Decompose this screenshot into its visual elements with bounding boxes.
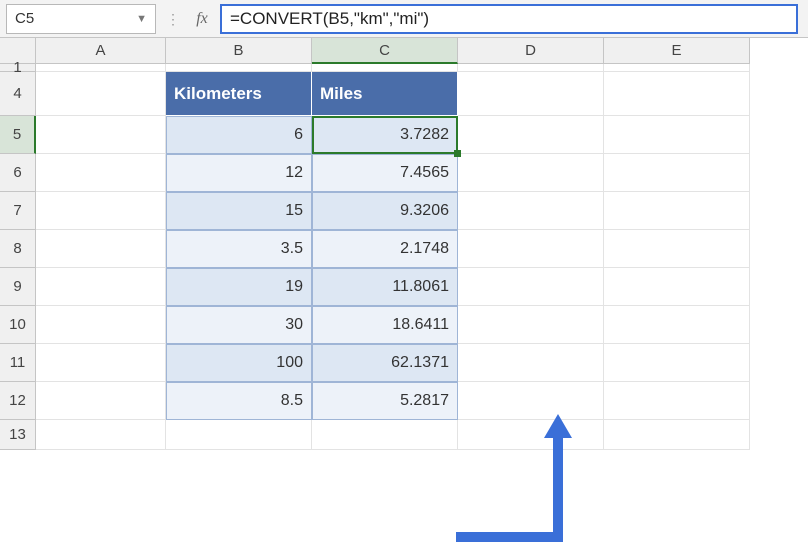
cell-c6[interactable]: 7.4565 (312, 154, 458, 192)
cell[interactable] (604, 64, 750, 72)
cell[interactable] (604, 382, 750, 420)
cell[interactable] (604, 154, 750, 192)
fill-handle[interactable] (454, 150, 461, 157)
cell[interactable] (604, 192, 750, 230)
cell[interactable] (604, 268, 750, 306)
cell[interactable] (36, 382, 166, 420)
cell-b8[interactable]: 3.5 (166, 230, 312, 268)
cell-b5[interactable]: 6 (166, 116, 312, 154)
cell[interactable] (604, 116, 750, 154)
row-head-6[interactable]: 6 (0, 154, 36, 192)
cell-c8[interactable]: 2.1748 (312, 230, 458, 268)
cell-b12[interactable]: 8.5 (166, 382, 312, 420)
cell[interactable] (458, 192, 604, 230)
cell-b6[interactable]: 12 (166, 154, 312, 192)
cell-c10[interactable]: 18.6411 (312, 306, 458, 344)
spreadsheet-grid[interactable]: A B C D E 1 4 Kilometers Miles 5 6 3.728… (0, 38, 808, 450)
cell[interactable] (312, 420, 458, 450)
cell[interactable] (36, 230, 166, 268)
table-header-km[interactable]: Kilometers (166, 72, 312, 116)
cell[interactable] (36, 192, 166, 230)
cell-c7[interactable]: 9.3206 (312, 192, 458, 230)
cell[interactable] (458, 154, 604, 192)
chevron-down-icon[interactable]: ▼ (136, 13, 147, 25)
cell[interactable] (458, 72, 604, 116)
cell-b11[interactable]: 100 (166, 344, 312, 382)
cell[interactable] (458, 420, 604, 450)
cell[interactable] (166, 64, 312, 72)
cell-c12[interactable]: 5.2817 (312, 382, 458, 420)
cell-c9[interactable]: 11.8061 (312, 268, 458, 306)
cell[interactable] (36, 306, 166, 344)
formula-text: =CONVERT(B5,"km","mi") (230, 9, 429, 29)
cell[interactable] (458, 268, 604, 306)
cell[interactable] (458, 230, 604, 268)
col-head-e[interactable]: E (604, 38, 750, 64)
cell-b9[interactable]: 19 (166, 268, 312, 306)
formula-input[interactable]: =CONVERT(B5,"km","mi") (220, 4, 798, 34)
cell[interactable] (166, 420, 312, 450)
table-header-mi[interactable]: Miles (312, 72, 458, 116)
name-box[interactable]: C5 ▼ (6, 4, 156, 34)
cell-c11[interactable]: 62.1371 (312, 344, 458, 382)
row-head-5[interactable]: 5 (0, 116, 36, 154)
cell[interactable] (36, 72, 166, 116)
cell[interactable] (604, 230, 750, 268)
row-head-9[interactable]: 9 (0, 268, 36, 306)
cell[interactable] (36, 116, 166, 154)
name-box-value: C5 (15, 10, 34, 27)
cell[interactable] (604, 344, 750, 382)
row-head-7[interactable]: 7 (0, 192, 36, 230)
col-head-a[interactable]: A (36, 38, 166, 64)
formula-bar-separator: ⋮ (162, 12, 184, 26)
cell[interactable] (36, 268, 166, 306)
cell[interactable] (458, 64, 604, 72)
cell[interactable] (312, 64, 458, 72)
cell[interactable] (458, 344, 604, 382)
cell[interactable] (604, 72, 750, 116)
cell[interactable] (36, 64, 166, 72)
cell[interactable] (458, 116, 604, 154)
row-head-1[interactable]: 1 (0, 64, 36, 72)
fx-icon[interactable]: fx (190, 10, 214, 28)
cell[interactable] (36, 154, 166, 192)
cell-b10[interactable]: 30 (166, 306, 312, 344)
row-head-11[interactable]: 11 (0, 344, 36, 382)
col-head-b[interactable]: B (166, 38, 312, 64)
row-head-12[interactable]: 12 (0, 382, 36, 420)
row-head-8[interactable]: 8 (0, 230, 36, 268)
cell[interactable] (458, 306, 604, 344)
col-head-d[interactable]: D (458, 38, 604, 64)
cell[interactable] (604, 306, 750, 344)
cell-c5[interactable]: 3.7282 (312, 116, 458, 154)
row-head-13[interactable]: 13 (0, 420, 36, 450)
col-head-c[interactable]: C (312, 38, 458, 64)
cell[interactable] (458, 382, 604, 420)
cell[interactable] (36, 344, 166, 382)
cell[interactable] (604, 420, 750, 450)
formula-bar: C5 ▼ ⋮ fx =CONVERT(B5,"km","mi") (0, 0, 808, 38)
cell[interactable] (36, 420, 166, 450)
row-head-10[interactable]: 10 (0, 306, 36, 344)
cell-b7[interactable]: 15 (166, 192, 312, 230)
row-head-4[interactable]: 4 (0, 72, 36, 116)
